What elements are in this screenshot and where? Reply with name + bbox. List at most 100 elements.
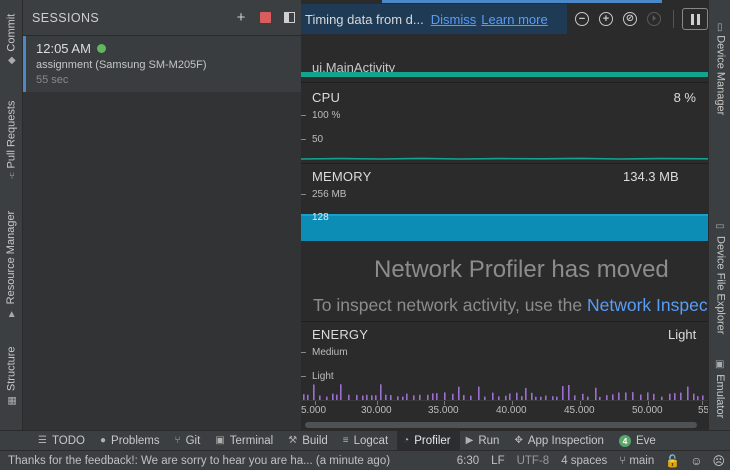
tab-label: TODO bbox=[51, 434, 85, 447]
dismiss-link[interactable]: Dismiss bbox=[431, 12, 477, 27]
git-branch-widget[interactable]: ⑂ main bbox=[613, 455, 660, 467]
divider bbox=[301, 82, 708, 83]
sessions-panel: SESSIONS + 12:05 AM assignment (Samsung … bbox=[23, 0, 301, 430]
tab-git[interactable]: ⑂ Git bbox=[169, 431, 210, 451]
tab-label: Run bbox=[478, 434, 500, 447]
energy-usage-graph[interactable] bbox=[301, 380, 708, 400]
memory-usage-area[interactable] bbox=[301, 216, 708, 241]
logcat-icon: ≡ bbox=[342, 435, 349, 446]
line-separator[interactable]: LF bbox=[485, 455, 510, 467]
tab-label: Terminal bbox=[229, 434, 274, 447]
memory-value: 134.3 MB bbox=[623, 169, 679, 184]
new-session-button[interactable]: + bbox=[229, 6, 253, 30]
right-tab-device-manager[interactable]: ▯ Device Manager bbox=[709, 16, 730, 124]
learn-more-link[interactable]: Learn more bbox=[481, 12, 547, 27]
network-inspector-link[interactable]: Network Inspector bbox=[587, 295, 708, 315]
network-moved-subtitle: To inspect network activity, use the Net… bbox=[313, 295, 708, 316]
tab-label: Problems bbox=[111, 434, 160, 447]
left-tab-resource-manager[interactable]: ▲ Resource Manager bbox=[0, 205, 23, 325]
memory-axis-top: 256 MB bbox=[312, 189, 347, 200]
pause-button[interactable] bbox=[682, 8, 708, 30]
left-tab-structure[interactable]: ▦ Structure bbox=[0, 340, 23, 412]
jump-to-live-icon: ⏵ bbox=[647, 12, 661, 26]
top-progress-bar bbox=[382, 0, 662, 3]
structure-icon: ▦ bbox=[6, 395, 17, 407]
device-manager-icon: ▯ bbox=[717, 21, 723, 33]
tab-problems[interactable]: ● Problems bbox=[94, 431, 169, 451]
tab-profiler[interactable]: ◔ Profiler bbox=[397, 430, 460, 451]
tab-app-inspection[interactable]: ✥ App Inspection bbox=[508, 431, 612, 451]
right-tool-strip: ▯ Device Manager ▭ Device File Explorer ▣ E… bbox=[708, 0, 730, 430]
tab-label: Logcat bbox=[353, 434, 389, 447]
energy-title: ENERGY bbox=[312, 327, 369, 342]
emulator-icon: ▣ bbox=[715, 358, 725, 370]
build-hammer-icon: ⚒ bbox=[288, 435, 298, 446]
scrollbar-thumb[interactable] bbox=[305, 422, 697, 428]
tab-todo[interactable]: ☰ TODO bbox=[32, 431, 94, 451]
timing-notice: Timing data from d... Dismiss Learn more bbox=[301, 4, 567, 34]
tab-event-log[interactable]: 4 Eve bbox=[613, 431, 665, 451]
session-duration: 55 sec bbox=[36, 74, 69, 86]
notice-bar: Timing data from d... Dismiss Learn more… bbox=[301, 4, 708, 34]
divider bbox=[301, 163, 708, 164]
right-tab-emulator[interactable]: ▣ Emulator bbox=[709, 354, 730, 424]
problems-icon: ● bbox=[99, 435, 107, 446]
sad-feedback-icon[interactable]: ☹ bbox=[707, 454, 730, 468]
toolbar-separator bbox=[673, 10, 674, 28]
network-subtitle-text: To inspect network activity, use the bbox=[313, 295, 587, 315]
tab-logcat[interactable]: ≡ Logcat bbox=[337, 431, 397, 451]
git-branch-icon: ⑂ bbox=[619, 454, 630, 467]
activity-bar[interactable] bbox=[301, 72, 708, 77]
right-tab-device-file-explorer[interactable]: ▭ Device File Explorer bbox=[709, 214, 730, 342]
tab-run[interactable]: ▶ Run bbox=[460, 431, 509, 451]
cpu-usage-line[interactable] bbox=[301, 156, 708, 160]
timeline-scrollbar[interactable] bbox=[301, 420, 708, 430]
tab-label: Profiler bbox=[414, 434, 451, 447]
jump-to-live-button[interactable]: ⏵ bbox=[643, 8, 665, 30]
file-encoding[interactable]: UTF-8 bbox=[511, 455, 556, 467]
tab-terminal[interactable]: ▣ Terminal bbox=[209, 431, 282, 451]
zoom-out-button[interactable]: − bbox=[571, 8, 593, 30]
branch-name: main bbox=[629, 454, 655, 467]
time-tick-label: 55 bbox=[698, 405, 708, 416]
time-tick-label: 35.000 bbox=[428, 405, 459, 416]
right-tab-label: Emulator bbox=[714, 374, 727, 419]
tab-build[interactable]: ⚒ Build bbox=[282, 431, 337, 451]
stop-session-button[interactable] bbox=[253, 6, 277, 30]
cpu-axis-top: 100 % bbox=[312, 110, 341, 121]
left-tab-label: Structure bbox=[5, 346, 18, 392]
commit-icon: ◆ bbox=[7, 54, 16, 66]
left-tab-pull-requests[interactable]: ⑂ Pull Requests bbox=[0, 92, 23, 188]
lock-icon[interactable]: 🔓 bbox=[660, 454, 685, 468]
collapse-sessions-button[interactable] bbox=[277, 6, 301, 30]
profiler-toolbar: − + ⊘ ⏵ bbox=[567, 4, 708, 34]
git-branch-icon: ⑂ bbox=[174, 435, 181, 446]
zoom-in-button[interactable]: + bbox=[595, 8, 617, 30]
indent-setting[interactable]: 4 spaces bbox=[555, 455, 613, 467]
happy-feedback-icon[interactable]: ☺ bbox=[685, 454, 707, 468]
time-tick-label: 50.000 bbox=[632, 405, 663, 416]
left-tab-label: Resource Manager bbox=[5, 210, 18, 305]
memory-title: MEMORY bbox=[312, 169, 372, 184]
reset-zoom-icon: ⊘ bbox=[623, 12, 637, 26]
cpu-axis-mid: 50 bbox=[312, 134, 324, 145]
network-moved-title: Network Profiler has moved bbox=[374, 256, 669, 283]
left-tab-commit[interactable]: ◆ Commit bbox=[0, 8, 23, 70]
event-log-icon: 4 bbox=[618, 434, 631, 447]
resource-manager-icon: ▲ bbox=[6, 308, 17, 320]
profiler-gauge-icon: ◔ bbox=[403, 435, 410, 446]
sessions-title: SESSIONS bbox=[32, 10, 100, 25]
time-tick-label: 5.000 bbox=[301, 405, 327, 416]
reset-zoom-button[interactable]: ⊘ bbox=[619, 8, 641, 30]
caret-position[interactable]: 6:30 bbox=[451, 455, 485, 467]
status-bar: Thanks for the feedback!: We are sorry t… bbox=[0, 450, 730, 470]
pull-request-icon: ⑂ bbox=[8, 170, 15, 182]
session-item[interactable]: 12:05 AM assignment (Samsung SM-M205F) 5… bbox=[23, 36, 301, 92]
profiler-timeline: Timing data from d... Dismiss Learn more… bbox=[301, 0, 708, 430]
split-panel-icon bbox=[283, 12, 295, 23]
zoom-in-icon: + bbox=[599, 12, 613, 26]
status-message[interactable]: Thanks for the feedback!: We are sorry t… bbox=[0, 455, 451, 467]
time-tick-label: 45.000 bbox=[564, 405, 595, 416]
session-time: 12:05 AM bbox=[36, 41, 91, 56]
tab-label: Git bbox=[185, 434, 201, 447]
